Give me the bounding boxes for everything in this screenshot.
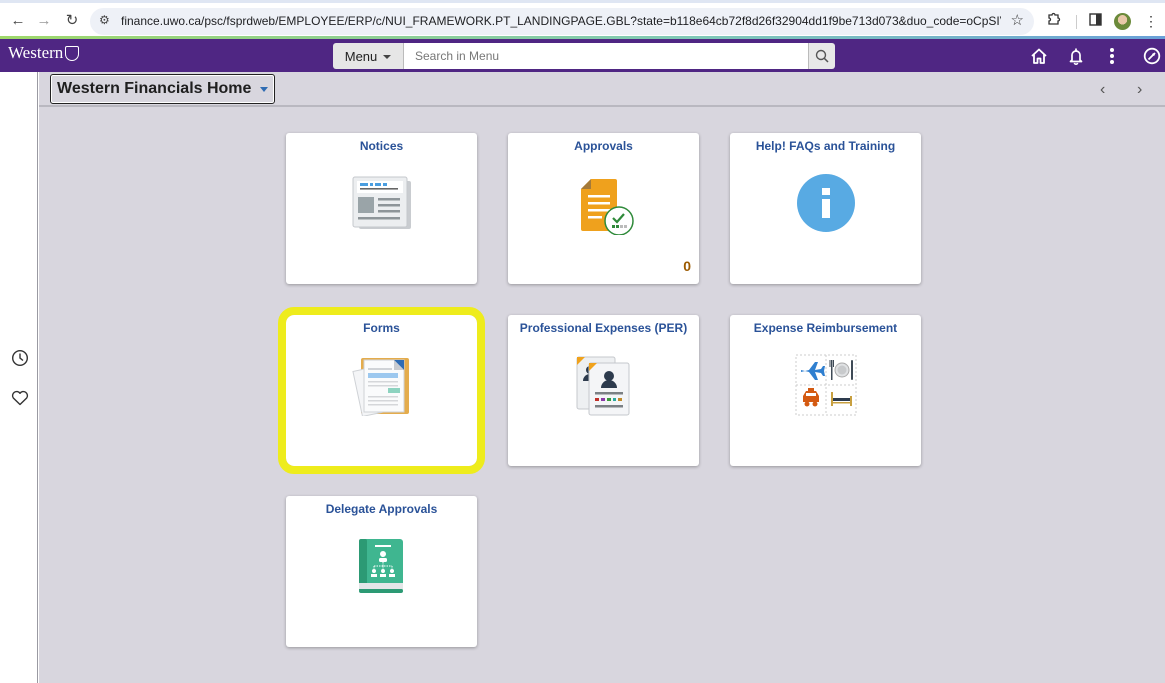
search-icon	[815, 49, 829, 63]
approvals-count: 0	[683, 258, 691, 274]
search-button[interactable]	[808, 43, 835, 69]
dropdown-arrow-icon	[260, 87, 269, 92]
navbar-icon[interactable]	[1141, 45, 1163, 67]
side-panel-icon[interactable]	[1085, 11, 1105, 31]
left-sidebar	[0, 72, 38, 683]
url-text[interactable]: finance.uwo.ca/psc/fsprdweb/EMPLOYEE/ERP…	[121, 14, 1001, 28]
travel-expense-icon	[794, 353, 858, 417]
tile-notices[interactable]: Notices	[286, 133, 477, 284]
menu-label: Menu	[344, 48, 378, 64]
app-header: Western Menu	[0, 39, 1165, 72]
address-bar[interactable]: ⚙ finance.uwo.ca/psc/fsprdweb/EMPLOYEE/E…	[90, 8, 1034, 35]
favorites-icon[interactable]	[10, 388, 30, 408]
org-chart-book-icon	[350, 534, 414, 598]
tile-title: Delegate Approvals	[325, 502, 438, 516]
menu-search: Menu	[333, 43, 835, 69]
western-logo[interactable]: Western	[8, 43, 80, 63]
tile-title: Expense Reimbursement	[753, 321, 898, 335]
menu-dropdown-button[interactable]: Menu	[333, 43, 404, 69]
site-settings-icon[interactable]: ⚙	[99, 13, 110, 27]
info-icon	[794, 171, 858, 235]
newspaper-icon	[350, 171, 414, 235]
tile-title: Professional Expenses (PER)	[519, 321, 688, 335]
tile-forms[interactable]: Forms	[278, 307, 485, 474]
tile-expense-reimbursement[interactable]: Expense Reimbursement	[730, 315, 921, 466]
logo-text: Western	[8, 43, 64, 62]
previous-page-icon[interactable]: ‹	[1100, 81, 1105, 99]
more-menu-icon[interactable]: ⋮	[1141, 11, 1161, 31]
landing-page: Western Financials Home ‹ › Notices Appr…	[39, 72, 1165, 683]
caret-down-icon	[383, 55, 392, 59]
profile-avatar[interactable]	[1114, 13, 1131, 30]
browser-toolbar: ← → ↻ ⚙ finance.uwo.ca/psc/fsprdweb/EMPL…	[0, 0, 1165, 38]
tile-title: Approvals	[574, 139, 633, 153]
toolbar-divider	[1076, 15, 1077, 29]
homepage-title: Western Financials Home	[57, 80, 252, 97]
recent-history-icon[interactable]	[10, 348, 30, 368]
extensions-icon[interactable]	[1044, 11, 1064, 31]
tile-title: Forms	[363, 321, 400, 335]
approval-document-icon	[572, 171, 636, 235]
tile-title: Help! FAQs and Training	[755, 139, 896, 153]
back-icon[interactable]: ←	[8, 11, 28, 31]
tile-approvals[interactable]: Approvals 0	[508, 133, 699, 284]
search-input[interactable]	[404, 43, 808, 69]
next-page-icon[interactable]: ›	[1137, 81, 1142, 99]
actions-menu-icon[interactable]	[1101, 45, 1123, 67]
tile-delegate-approvals[interactable]: Delegate Approvals	[286, 496, 477, 647]
crest-icon	[65, 45, 80, 61]
forms-icon	[350, 353, 414, 417]
title-bar: Western Financials Home ‹ ›	[39, 72, 1165, 107]
profile-documents-icon	[572, 353, 636, 417]
forward-icon[interactable]: →	[34, 11, 54, 31]
tile-professional-expenses[interactable]: Professional Expenses (PER)	[508, 315, 699, 466]
home-icon[interactable]	[1028, 45, 1050, 67]
homepage-selector[interactable]: Western Financials Home	[50, 74, 276, 104]
bookmark-star-icon[interactable]: ☆	[1011, 11, 1024, 29]
tile-title: Notices	[359, 139, 404, 153]
reload-icon[interactable]: ↻	[62, 11, 82, 31]
tile-help-faqs-training[interactable]: Help! FAQs and Training	[730, 133, 921, 284]
notifications-icon[interactable]	[1065, 45, 1087, 67]
